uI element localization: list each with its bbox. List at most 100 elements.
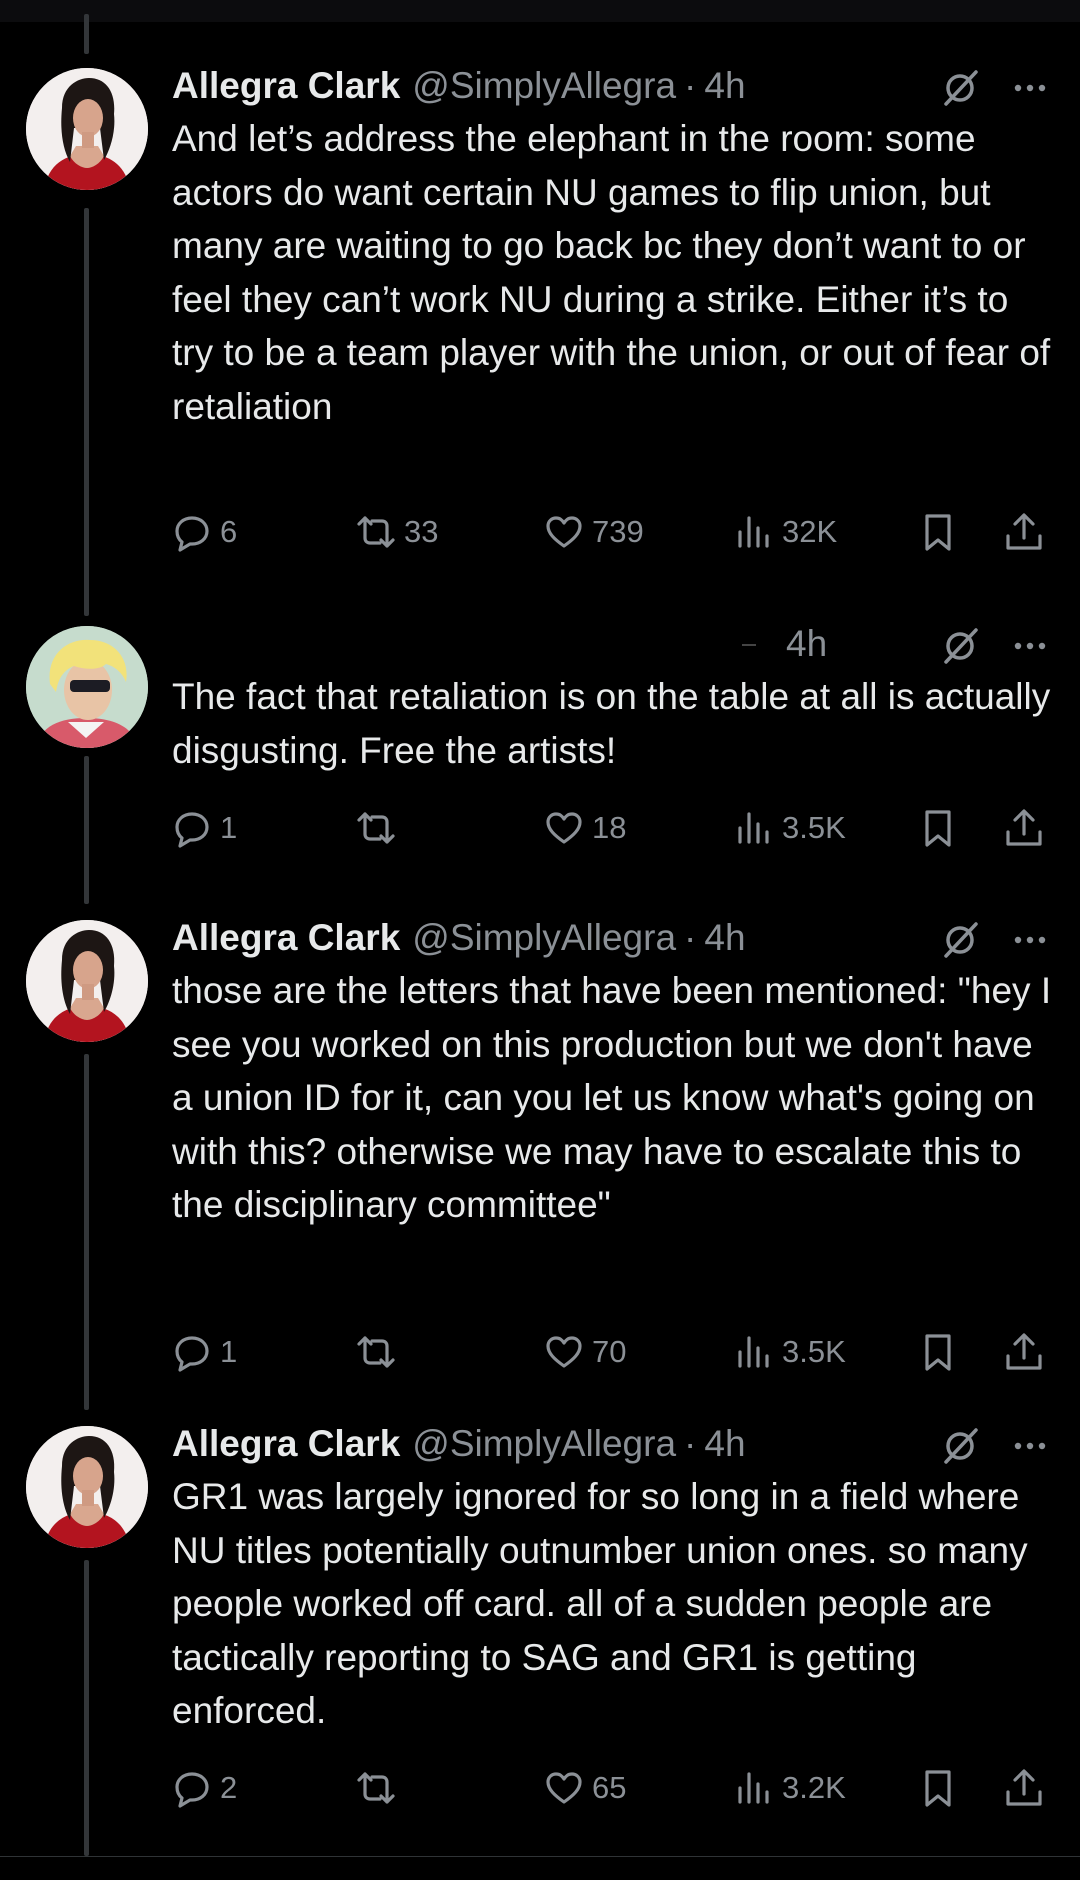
views-count: 3.5K xyxy=(782,810,846,845)
grok-icon[interactable] xyxy=(938,1424,982,1468)
repost-icon xyxy=(357,1772,395,1804)
like-icon xyxy=(546,812,582,844)
author-handle[interactable]: @SimplyAllegra xyxy=(412,65,676,107)
like-icon xyxy=(546,1772,582,1804)
reply-button[interactable]: 6 xyxy=(172,510,237,554)
bookmark-icon xyxy=(925,1770,951,1807)
more-icon[interactable] xyxy=(1008,918,1052,962)
bookmark-button[interactable] xyxy=(918,510,958,554)
action-bar: 1 70 3.5K xyxy=(172,1330,1052,1374)
author-name[interactable]: Allegra Clark xyxy=(172,917,400,959)
avatar[interactable] xyxy=(26,1426,148,1548)
reply-button[interactable]: 1 xyxy=(172,1330,237,1374)
tweet-text: And let’s address the elephant in the ro… xyxy=(172,118,1051,427)
avatar[interactable] xyxy=(26,68,148,190)
thread-line-4 xyxy=(84,1560,89,1856)
repost-icon xyxy=(357,516,395,548)
share-icon xyxy=(1006,1769,1042,1806)
grok-icon[interactable] xyxy=(938,66,982,110)
bookmark-button[interactable] xyxy=(918,806,958,850)
views-icon xyxy=(738,812,769,844)
avatar[interactable] xyxy=(26,920,148,1042)
share-button[interactable] xyxy=(1004,806,1044,850)
tweet-text: those are the letters that have been men… xyxy=(172,970,1052,1225)
views-icon xyxy=(738,516,769,548)
repost-icon xyxy=(357,1336,395,1368)
reply-button[interactable]: 1 xyxy=(172,806,237,850)
bookmark-icon xyxy=(925,810,951,847)
views-count: 32K xyxy=(782,514,838,549)
tweet-header: 4h xyxy=(172,618,827,670)
reply-icon xyxy=(175,1772,209,1808)
reply-count: 2 xyxy=(220,1770,238,1805)
separator-dot: · xyxy=(684,917,697,958)
tweet-header: Allegra Clark @SimplyAllegra · 4h xyxy=(172,60,746,112)
share-icon xyxy=(1006,1333,1042,1370)
repost-button[interactable] xyxy=(356,1330,404,1374)
timestamp[interactable]: 4h xyxy=(786,623,827,665)
bookmark-button[interactable] xyxy=(918,1330,958,1374)
share-button[interactable] xyxy=(1004,1330,1044,1374)
like-count: 18 xyxy=(592,810,627,845)
repost-button[interactable] xyxy=(356,806,404,850)
top-status-band xyxy=(0,0,1080,22)
like-button[interactable]: 70 xyxy=(544,1330,626,1374)
views-icon xyxy=(738,1772,769,1804)
author-handle[interactable]: @SimplyAllegra xyxy=(412,917,676,959)
like-count: 65 xyxy=(592,1770,627,1805)
author-name[interactable]: Allegra Clark xyxy=(172,65,400,107)
avatar[interactable] xyxy=(26,626,148,748)
like-button[interactable]: 739 xyxy=(544,510,644,554)
separator-dot: · xyxy=(684,1423,697,1464)
author-name[interactable]: Allegra Clark xyxy=(172,1423,400,1465)
reply-count: 6 xyxy=(220,514,238,549)
bookmark-icon xyxy=(925,514,951,551)
more-icon[interactable] xyxy=(1008,1424,1052,1468)
author-handle[interactable]: @SimplyAllegra xyxy=(412,1423,676,1465)
redacted-name-mark xyxy=(742,644,756,646)
views-count: 3.5K xyxy=(782,1334,846,1369)
share-icon xyxy=(1006,513,1042,550)
thread-line-1 xyxy=(84,208,89,616)
bookmark-button[interactable] xyxy=(918,1766,958,1810)
like-count: 70 xyxy=(592,1334,627,1369)
action-bar: 6 33 739 32K xyxy=(172,510,1052,554)
reply-icon xyxy=(175,1336,209,1372)
timestamp[interactable]: 4h xyxy=(704,917,745,959)
timestamp[interactable]: 4h xyxy=(704,1423,745,1465)
reply-count: 1 xyxy=(220,1334,238,1369)
views-button[interactable]: 3.5K xyxy=(734,1330,846,1374)
bottom-divider xyxy=(0,1856,1080,1857)
repost-button[interactable]: 33 xyxy=(356,510,438,554)
repost-icon xyxy=(357,812,395,844)
views-button[interactable]: 3.5K xyxy=(734,806,846,850)
share-button[interactable] xyxy=(1004,1766,1044,1810)
tweet-text: The fact that retaliation is on the tabl… xyxy=(172,676,1051,771)
repost-count: 33 xyxy=(404,514,439,549)
views-button[interactable]: 3.2K xyxy=(734,1766,846,1810)
tweet-header: Allegra Clark @SimplyAllegra · 4h xyxy=(172,1418,746,1470)
separator-dot: · xyxy=(684,65,697,106)
views-count: 3.2K xyxy=(782,1770,846,1805)
tweet-header: Allegra Clark @SimplyAllegra · 4h xyxy=(172,912,746,964)
views-button[interactable]: 32K xyxy=(734,510,837,554)
repost-button[interactable] xyxy=(356,1766,404,1810)
share-button[interactable] xyxy=(1004,510,1044,554)
like-button[interactable]: 18 xyxy=(544,806,626,850)
reply-icon xyxy=(175,516,209,552)
views-icon xyxy=(738,1336,769,1368)
action-bar: 1 18 3.5K xyxy=(172,806,1052,850)
reply-button[interactable]: 2 xyxy=(172,1766,237,1810)
like-button[interactable]: 65 xyxy=(544,1766,626,1810)
thread-line-3 xyxy=(84,1054,89,1410)
more-icon[interactable] xyxy=(1008,624,1052,668)
timestamp[interactable]: 4h xyxy=(704,65,745,107)
action-bar: 2 65 3.2K xyxy=(172,1766,1052,1810)
thread-line-2 xyxy=(84,756,89,904)
grok-icon[interactable] xyxy=(938,918,982,962)
thread-view: Allegra Clark @SimplyAllegra · 4h And le… xyxy=(0,0,1080,1880)
more-icon[interactable] xyxy=(1008,66,1052,110)
like-count: 739 xyxy=(592,514,644,549)
grok-icon[interactable] xyxy=(938,624,982,668)
reply-count: 1 xyxy=(220,810,238,845)
